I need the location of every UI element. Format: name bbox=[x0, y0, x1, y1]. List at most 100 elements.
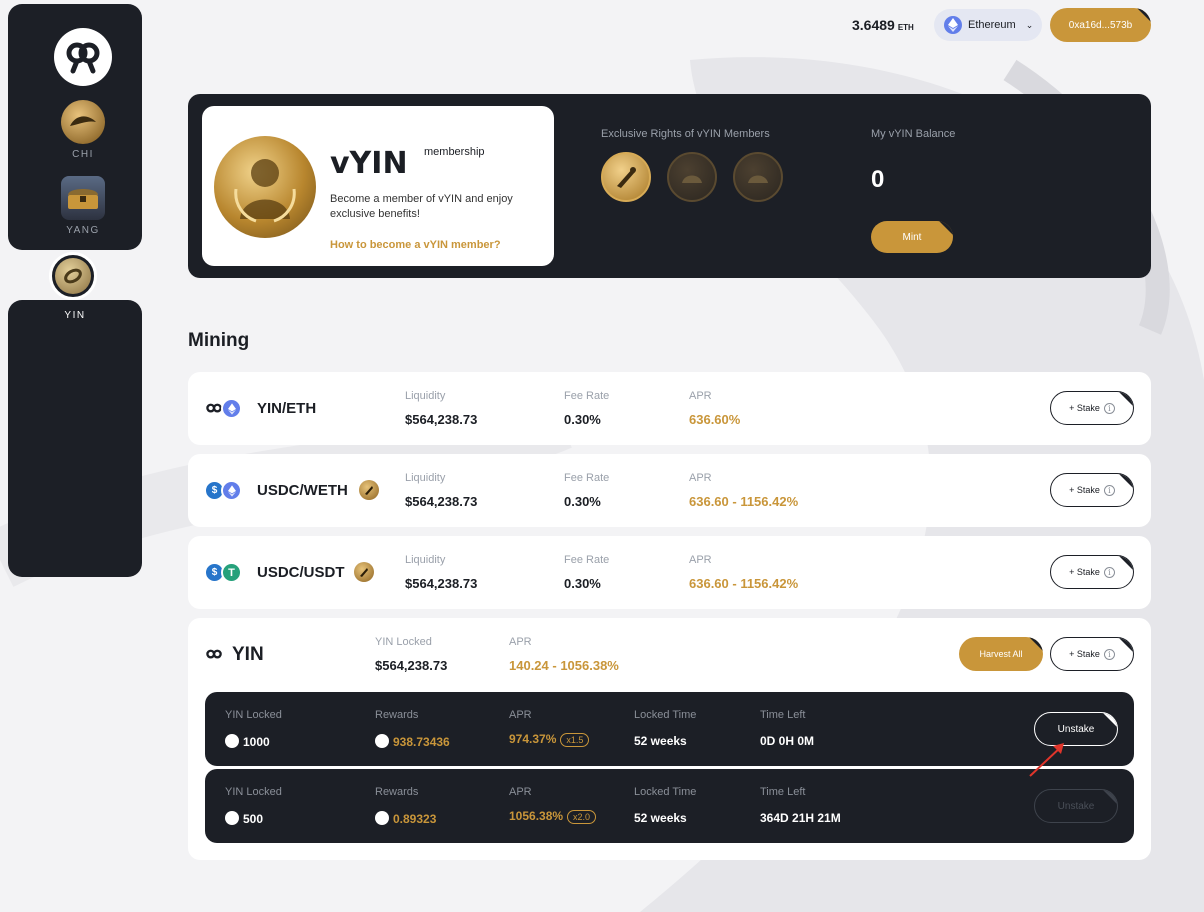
mining-title: Mining bbox=[188, 330, 250, 351]
rights-title: Exclusive Rights of vYIN Members bbox=[601, 128, 770, 140]
corner-decoration bbox=[1137, 8, 1151, 22]
boost-icon bbox=[359, 480, 379, 500]
fee-rate-value: 0.30% bbox=[564, 412, 601, 427]
liquidity-label: Liquidity bbox=[405, 472, 446, 484]
ethereum-icon bbox=[944, 16, 962, 34]
usdt-icon: T bbox=[221, 562, 242, 583]
locked-time-value: 52 weeks bbox=[634, 734, 687, 748]
boost-icon bbox=[354, 562, 374, 582]
sidebar-item-label: YANG bbox=[66, 225, 100, 236]
apr-value: 974.37% x1.5 bbox=[509, 732, 590, 747]
fee-rate-label: Fee Rate bbox=[564, 390, 610, 402]
network-selector[interactable]: Ethereum ⌄ bbox=[934, 9, 1042, 41]
sidebar-item-label: CHI bbox=[72, 149, 94, 160]
pool-name: YIN bbox=[232, 644, 264, 665]
yin-token-icon bbox=[225, 734, 239, 748]
rewards-value: 0.89323 bbox=[375, 811, 436, 826]
unstake-label: Unstake bbox=[1057, 723, 1095, 735]
yin-coin-icon bbox=[55, 258, 91, 294]
liquidity-label: Liquidity bbox=[405, 390, 446, 402]
sidebar-item-yang[interactable]: YANG bbox=[8, 176, 158, 236]
yin-locked-value: 500 bbox=[225, 811, 263, 826]
fee-rate-label: Fee Rate bbox=[564, 472, 610, 484]
unstake-button-disabled[interactable]: Unstake bbox=[1034, 789, 1118, 823]
fee-rate-value: 0.30% bbox=[564, 576, 601, 591]
sidebar-item-chi[interactable]: CHI bbox=[8, 100, 158, 160]
time-left-value: 364D 21H 21M bbox=[760, 811, 841, 825]
yin-logo-icon[interactable] bbox=[54, 28, 112, 86]
stake-label: + Stake bbox=[1069, 403, 1100, 413]
yin-token-icon bbox=[375, 734, 389, 748]
stake-button[interactable]: + Stake i bbox=[1050, 391, 1134, 425]
stake-button[interactable]: + Stake i bbox=[1050, 637, 1134, 671]
apr-label: APR bbox=[689, 554, 712, 566]
pool-name: USDC/USDT bbox=[257, 564, 345, 581]
corner-decoration bbox=[1119, 392, 1133, 406]
apr-value: 1056.38% x2.0 bbox=[509, 809, 597, 824]
stake-label: + Stake bbox=[1069, 567, 1100, 577]
wallet-address-button[interactable]: 0xa16d...573b bbox=[1050, 8, 1151, 42]
corner-decoration bbox=[1103, 790, 1117, 804]
vyin-balance-label: My vYIN Balance bbox=[871, 128, 956, 140]
eth-balance: 3.6489 ETH bbox=[852, 17, 914, 33]
sidebar-item-yin[interactable] bbox=[49, 252, 97, 300]
rewards-label: Rewards bbox=[375, 786, 419, 798]
sidebar-item-label: YIN bbox=[64, 310, 86, 321]
locked-time-label: Locked Time bbox=[634, 786, 697, 798]
sidebar-top-panel: CHI YANG bbox=[8, 4, 142, 250]
locked-time-value: 52 weeks bbox=[634, 811, 687, 825]
stake-button[interactable]: + Stake i bbox=[1050, 555, 1134, 589]
vyin-superscript: membership bbox=[424, 146, 485, 158]
mint-button[interactable]: Mint bbox=[871, 221, 953, 253]
info-icon: i bbox=[1103, 648, 1115, 660]
yin-locked-amount: 500 bbox=[243, 812, 264, 826]
unstake-label: Unstake bbox=[1057, 800, 1095, 812]
apr-label: APR bbox=[509, 636, 532, 648]
boost-badge-icon bbox=[601, 152, 651, 202]
stake-button[interactable]: + Stake i bbox=[1050, 473, 1134, 507]
apr-value: 636.60 - 1156.42% bbox=[689, 576, 799, 591]
apr-label: APR bbox=[509, 709, 532, 721]
info-icon: i bbox=[1103, 402, 1115, 414]
locked-time-label: Locked Time bbox=[634, 709, 697, 721]
apr-value: 636.60 - 1156.42% bbox=[689, 494, 799, 509]
harvest-all-button[interactable]: Harvest All bbox=[959, 637, 1043, 671]
membership-help-link[interactable]: How to become a vYIN member? bbox=[330, 239, 501, 251]
yin-locked-label: YIN Locked bbox=[225, 786, 282, 798]
stake-label: + Stake bbox=[1069, 485, 1100, 495]
harvest-all-label: Harvest All bbox=[979, 649, 1023, 659]
time-left-value: 0D 0H 0M bbox=[760, 734, 815, 748]
rewards-amount: 938.73436 bbox=[393, 735, 450, 749]
pool-card-usdc-weth: $ USDC/WETH Liquidity $564,238.73 Fee Ra… bbox=[188, 454, 1151, 527]
mint-label: Mint bbox=[902, 231, 922, 243]
time-left-label: Time Left bbox=[760, 786, 806, 798]
chi-coin-icon bbox=[61, 100, 105, 144]
eth-unit: ETH bbox=[897, 23, 914, 32]
chevron-down-icon: ⌄ bbox=[1025, 19, 1034, 30]
yin-locked-value: 1000 bbox=[225, 734, 270, 749]
locked-badge-icon bbox=[733, 152, 783, 202]
corner-decoration bbox=[1119, 474, 1133, 488]
member-medal-icon bbox=[214, 136, 316, 238]
apr-label: APR bbox=[509, 786, 532, 798]
corner-decoration bbox=[1103, 713, 1117, 727]
apr-amount: 1056.38% bbox=[509, 809, 564, 823]
ethereum-icon bbox=[221, 398, 242, 419]
info-icon: i bbox=[1103, 484, 1115, 496]
eth-balance-value: 3.6489 bbox=[852, 17, 895, 33]
lock-position-row: YIN Locked 1000 Rewards 938.73436 APR 97… bbox=[205, 692, 1134, 766]
info-icon: i bbox=[1103, 566, 1115, 578]
fee-rate-label: Fee Rate bbox=[564, 554, 610, 566]
apr-value: 636.60% bbox=[689, 412, 741, 427]
pair-icons: $ bbox=[204, 480, 242, 501]
liquidity-value: $564,238.73 bbox=[405, 494, 478, 509]
pool-card-yin-eth: YIN/ETH Liquidity $564,238.73 Fee Rate 0… bbox=[188, 372, 1151, 445]
annotation-arrow-icon bbox=[1029, 743, 1064, 777]
membership-banner: vYIN membership Become a member of vYIN … bbox=[188, 94, 1151, 278]
rewards-label: Rewards bbox=[375, 709, 419, 721]
lock-position-row: YIN Locked 500 Rewards 0.89323 APR 1056.… bbox=[205, 769, 1134, 843]
liquidity-value: $564,238.73 bbox=[405, 576, 478, 591]
vyin-balance-value: 0 bbox=[871, 166, 885, 193]
stake-label: + Stake bbox=[1069, 649, 1100, 659]
network-name: Ethereum bbox=[968, 19, 1016, 31]
